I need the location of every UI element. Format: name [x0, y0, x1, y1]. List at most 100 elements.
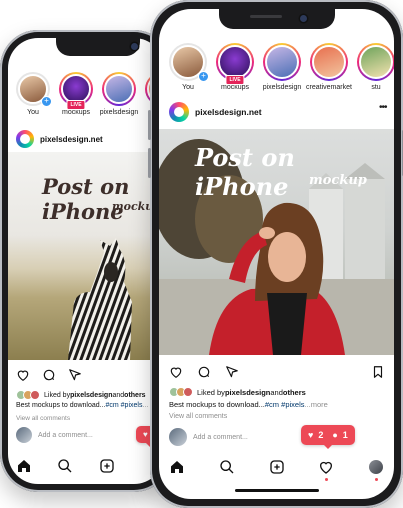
add-comment-input[interactable]: Add a comment... — [193, 434, 248, 441]
post-caption: Best mockups to download...#cm #pixels..… — [169, 400, 328, 409]
notif-likes-count: 2 — [318, 430, 324, 440]
post-header[interactable]: pixelsdesign.net — [16, 130, 103, 148]
post-image[interactable]: Post on iPhone mockup — [8, 152, 164, 360]
add-comment-row[interactable]: Add a comment... — [169, 428, 248, 446]
liked-by-others[interactable]: others — [124, 392, 145, 399]
search-icon[interactable] — [57, 458, 73, 474]
front-phone-screen: + You LIVE mockups pixelsdesign creative… — [159, 9, 394, 499]
post-actions — [16, 368, 82, 382]
story-label: You — [182, 84, 194, 91]
caption-text: Best mockups to download... — [16, 402, 106, 409]
front-phone-notch — [219, 9, 335, 29]
liked-by-prefix: Liked by — [44, 391, 71, 399]
add-comment-row[interactable]: Add a comment... — [16, 427, 93, 443]
caption-more[interactable]: ...more — [305, 400, 328, 409]
commenter-avatar — [169, 428, 187, 446]
notif-comments-count: 1 — [342, 430, 348, 440]
liked-by-others[interactable]: others — [283, 388, 306, 397]
caption-hashtags[interactable]: #cm #pixels — [265, 400, 305, 409]
live-badge: LIVE — [225, 75, 245, 85]
add-story-icon[interactable]: + — [41, 96, 52, 107]
home-icon[interactable] — [169, 459, 185, 475]
add-story-icon[interactable]: + — [198, 71, 209, 82]
post-author-name[interactable]: pixelsdesign.net — [40, 135, 103, 144]
profile-icon — [369, 460, 383, 474]
new-post-icon[interactable] — [269, 459, 285, 475]
like-heart-icon[interactable] — [169, 365, 183, 379]
volume-down-button — [148, 148, 151, 178]
caption-hashtags[interactable]: #cm #pixels — [106, 402, 143, 409]
search-icon[interactable] — [219, 459, 235, 475]
add-comment-input[interactable]: Add a comment... — [38, 432, 93, 439]
story-you[interactable]: + You — [169, 43, 209, 91]
story-pixelsdesign[interactable]: pixelsdesign — [99, 72, 139, 116]
activity-notification-bubble[interactable]: ♥ 2 ● 1 — [301, 425, 355, 449]
liked-by-prefix: Liked by — [197, 387, 225, 397]
post-author-name[interactable]: pixelsdesign.net — [195, 107, 262, 117]
share-icon[interactable] — [68, 368, 82, 382]
liked-by-mid: and — [112, 391, 125, 399]
like-heart-icon[interactable] — [16, 368, 30, 382]
story-label: pixelsdesign — [262, 84, 302, 91]
story-stu[interactable]: stu — [357, 43, 394, 91]
activity-tab[interactable] — [318, 459, 334, 481]
live-badge: LIVE — [66, 100, 86, 110]
volume-up-button — [148, 110, 151, 140]
liked-by-line[interactable]: Liked by pixelsdesign and others — [169, 387, 306, 397]
more-options-icon[interactable]: ••• — [379, 102, 387, 113]
stories-tray[interactable]: + You LIVE mockups pixelsdesign cre — [16, 72, 164, 116]
story-you[interactable]: + You — [16, 72, 52, 116]
notif-comment-icon: ● — [332, 430, 338, 440]
share-icon[interactable] — [225, 365, 239, 379]
home-icon[interactable] — [16, 458, 32, 474]
post-actions — [169, 365, 239, 379]
post-caption: Best mockups to download...#cm #pixels..… — [16, 402, 148, 409]
post-author-avatar[interactable] — [169, 102, 189, 122]
post-header[interactable]: pixelsdesign.net — [169, 102, 262, 122]
caption-text: Best mockups to download... — [169, 400, 265, 409]
story-label: pixelsdesign — [99, 109, 139, 116]
activity-heart-icon — [320, 461, 333, 474]
front-camera-icon — [300, 15, 307, 22]
story-creativemarket[interactable]: creativemarket — [306, 43, 352, 91]
front-phone-mockup: + You LIVE mockups pixelsdesign creative… — [148, 0, 403, 508]
back-phone-notch — [56, 38, 140, 56]
activity-dot-icon — [324, 478, 328, 481]
story-label: creativemarket — [306, 84, 352, 91]
liked-by-line[interactable]: Liked by pixelsdesign and others — [16, 390, 146, 400]
liker-avatars — [16, 390, 40, 400]
story-label: You — [27, 109, 39, 116]
liked-by-user[interactable]: pixelsdesign — [70, 392, 112, 399]
view-all-comments-link[interactable]: View all comments — [16, 415, 70, 422]
front-camera-icon — [131, 43, 138, 50]
story-pixelsdesign[interactable]: pixelsdesign — [262, 43, 302, 91]
zebra-photo — [68, 238, 132, 360]
home-indicator — [235, 489, 319, 492]
new-post-icon[interactable] — [99, 458, 115, 474]
earpiece-speaker — [250, 15, 282, 18]
notif-heart-icon: ♥ — [143, 430, 148, 439]
profile-dot-icon — [374, 478, 378, 481]
bottom-tab-bar — [16, 458, 156, 474]
comment-icon[interactable] — [197, 365, 211, 379]
story-label: stu — [371, 84, 381, 91]
post-image[interactable]: Post on iPhone mockup — [159, 129, 394, 355]
post-overlay-subtitle: mockup — [309, 173, 367, 188]
liked-by-user[interactable]: pixelsdesign — [225, 388, 270, 397]
stories-tray[interactable]: + You LIVE mockups pixelsdesign creative… — [169, 43, 394, 91]
notif-heart-icon: ♥ — [308, 430, 314, 440]
back-phone-screen: + You LIVE mockups pixelsdesign cre pixe… — [8, 38, 164, 484]
story-mockups[interactable]: LIVE mockups — [216, 43, 254, 91]
profile-tab[interactable] — [368, 459, 384, 481]
story-label: mockups — [61, 109, 90, 116]
comment-icon[interactable] — [42, 368, 56, 382]
view-all-comments-link[interactable]: View all comments — [169, 413, 227, 420]
liker-avatars — [169, 387, 193, 397]
bookmark-icon[interactable] — [371, 365, 385, 379]
back-phone-mockup: + You LIVE mockups pixelsdesign cre pixe… — [0, 30, 172, 492]
post-author-avatar[interactable] — [16, 130, 34, 148]
caption-more[interactable]: ... — [142, 402, 148, 409]
post-overlay-title: Post on iPhone — [195, 143, 295, 201]
bottom-tab-bar — [169, 459, 384, 481]
story-mockups[interactable]: LIVE mockups — [59, 72, 93, 116]
